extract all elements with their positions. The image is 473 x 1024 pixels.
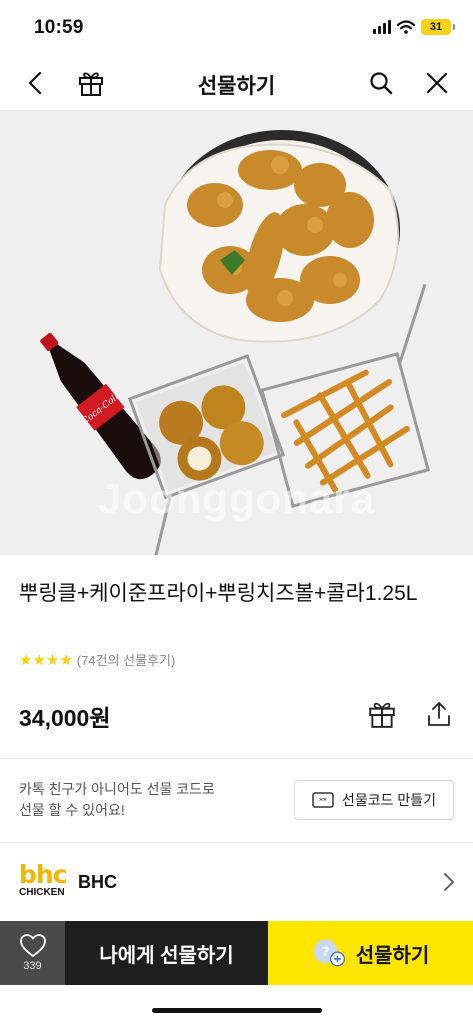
star-rating-icon: ★★★★ — [19, 651, 73, 669]
back-button[interactable] — [18, 66, 52, 100]
nav-bar: 선물하기 — [0, 56, 473, 110]
close-button[interactable] — [420, 66, 454, 100]
product-price: 34,000원 — [19, 705, 111, 731]
brand-name: BHC — [78, 872, 117, 892]
signal-icon — [373, 20, 391, 34]
gift-icon — [79, 72, 103, 96]
gift-icon — [369, 702, 395, 728]
status-bar: 10:59 31 — [0, 0, 473, 56]
create-gift-code-label: 선물코드 만들기 — [341, 792, 437, 808]
gift-to-me-button[interactable]: 나에게 선물하기 — [65, 921, 268, 985]
chevron-right-icon — [444, 873, 454, 891]
wifi-icon — [397, 20, 415, 34]
share-icon — [428, 702, 450, 726]
product-image: Coca-Cola Joonggonara — [0, 110, 473, 555]
section-divider — [0, 842, 473, 843]
close-icon — [426, 72, 448, 94]
heart-icon — [19, 934, 46, 957]
brand-logo-text: bhc — [19, 860, 68, 889]
status-icons: 31 — [373, 19, 455, 35]
wishlist-count: 339 — [23, 960, 42, 972]
brand-link[interactable]: bhc CHICKEN BHC — [0, 845, 473, 921]
search-button[interactable] — [364, 66, 398, 100]
gift-to-me-label: 나에게 선물하기 — [99, 944, 234, 967]
chevron-left-icon — [28, 71, 42, 95]
gift-button[interactable]: ? 선물하기 — [268, 921, 473, 985]
brand-logo: bhc CHICKEN — [19, 860, 68, 902]
gift-code-description-line: 선물 할 수 있어요! — [19, 802, 125, 818]
home-indicator — [152, 1008, 322, 1013]
product-name: 뿌링클+케이준프라이+뿌링치즈볼+콜라1.25L — [19, 582, 418, 605]
gift-box-button[interactable] — [74, 66, 108, 100]
code-ticket-icon: ** — [312, 792, 334, 808]
share-button[interactable] — [423, 698, 455, 730]
product-rating[interactable]: ★★★★ (74건의 선물후기) — [19, 650, 175, 669]
battery-indicator: 31 — [421, 19, 455, 35]
svg-text:?: ? — [321, 944, 329, 960]
wishlist-button[interactable]: 339 — [0, 921, 65, 985]
gift-label: 선물하기 — [355, 944, 430, 967]
status-time: 10:59 — [34, 17, 84, 38]
gift-wrap-button[interactable] — [366, 698, 398, 730]
gift-code-description-line: 카톡 친구가 아니어도 선물 코드로 — [19, 781, 215, 797]
gift-code-description: 카톡 친구가 아니어도 선물 코드로 선물 할 수 있어요! — [19, 779, 215, 821]
brand-logo-subtext: CHICKEN — [19, 887, 65, 898]
svg-text:**: ** — [319, 797, 327, 806]
page-title: 선물하기 — [197, 75, 276, 98]
bottom-action-bar: 339 나에게 선물하기 ? 선물하기 — [0, 921, 473, 985]
search-icon — [370, 72, 393, 95]
section-divider — [0, 758, 473, 759]
create-gift-code-button[interactable]: ** 선물코드 만들기 — [294, 780, 454, 820]
friend-add-icon: ? — [313, 939, 345, 967]
image-watermark: Joonggonara — [97, 475, 375, 522]
review-count: (74건의 선물후기) — [76, 653, 176, 668]
